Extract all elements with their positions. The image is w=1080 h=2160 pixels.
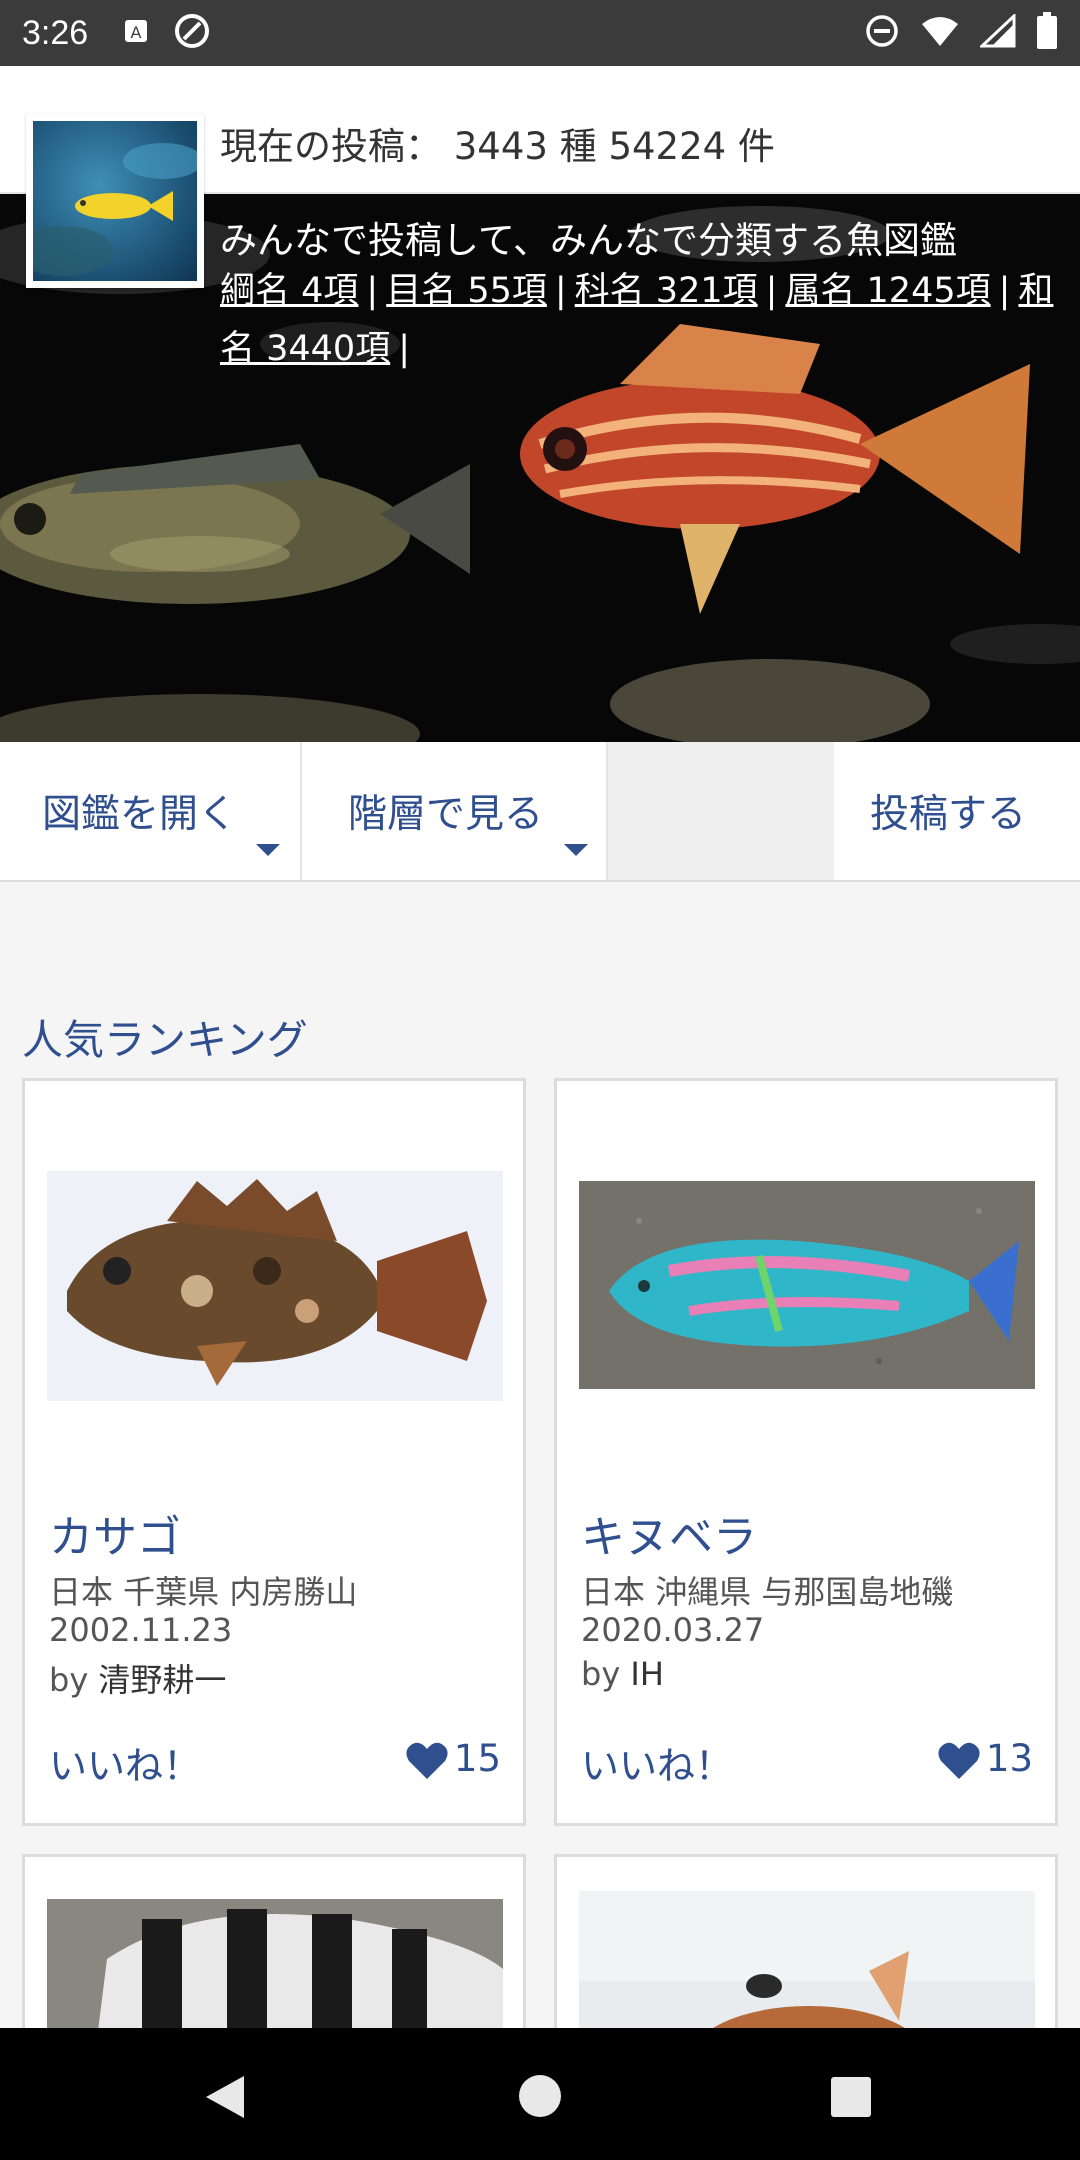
fish-location: 日本 沖縄県 与那国島地磯 [581, 1573, 954, 1611]
like-button[interactable]: いいね！ [49, 1735, 201, 1790]
fish-date: 2020.03.27 [581, 1611, 765, 1649]
main-nav: 図鑑を開く 階層で見る 投稿する [0, 742, 1080, 882]
hierarchy-dropdown[interactable]: 階層で見る [302, 742, 608, 880]
heart-icon [937, 1741, 981, 1785]
post-label: 投稿する [870, 792, 1027, 837]
stat-link-class[interactable]: 綱名 4項 [220, 271, 358, 311]
fish-photo[interactable] [47, 1171, 503, 1401]
stat-link-genus[interactable]: 属名 1245項 [785, 271, 990, 311]
nav-blank-slot [608, 742, 834, 880]
chevron-down-icon [256, 844, 280, 856]
status-time: 3:26 [22, 13, 89, 52]
key-a-icon: A [122, 17, 150, 49]
fish-photo[interactable] [579, 1181, 1035, 1389]
stat-link-family[interactable]: 科名 321項 [575, 271, 758, 311]
fish-author: by 清野耕一 [49, 1655, 226, 1701]
by-prefix: by [49, 1661, 99, 1699]
like-count: 13 [985, 1737, 1033, 1780]
open-zukan-dropdown[interactable]: 図鑑を開く [0, 742, 302, 880]
hierarchy-label: 階層で見る [348, 792, 544, 837]
taxonomy-stats: 綱名 4項 | 目名 55項 | 科名 321項 | 属名 1245項 | 和名 3440項 | [220, 271, 1054, 369]
fish-name[interactable]: カサゴ [49, 1501, 181, 1565]
ranking-title: 人気ランキング [22, 1016, 308, 1064]
author-name[interactable]: 清野耕一 [98, 1661, 226, 1699]
sync-icon [172, 11, 212, 55]
tagline: みんなで投稿して、みんなで分類する魚図鑑 [220, 219, 958, 262]
site-logo[interactable] [26, 114, 204, 288]
ranking-card[interactable]: カサゴ 日本 千葉県 内房勝山 2002.11.23 by 清野耕一 いいね！ … [22, 1078, 526, 1826]
stat-link-order[interactable]: 目名 55項 [386, 271, 547, 311]
chevron-down-icon [564, 844, 588, 856]
like-button[interactable]: いいね！ [581, 1735, 733, 1790]
heart-icon [405, 1741, 449, 1785]
svg-text:A: A [131, 23, 142, 42]
fish-author: by IH [581, 1655, 664, 1693]
status-bar: 3:26 A [0, 0, 1080, 66]
wifi-icon [920, 14, 960, 52]
system-nav-bar [0, 2028, 1080, 2160]
by-prefix: by [581, 1655, 631, 1693]
dnd-icon [864, 13, 900, 53]
fish-name[interactable]: キヌベラ [581, 1501, 757, 1565]
post-count: 現在の投稿： 3443 種 54224 件 [220, 125, 775, 168]
open-zukan-label: 図鑑を開く [42, 792, 238, 837]
ranking-card[interactable]: キヌベラ 日本 沖縄県 与那国島地磯 2020.03.27 by IH いいね！… [554, 1078, 1058, 1826]
author-name[interactable]: IH [630, 1655, 664, 1693]
battery-icon [1036, 12, 1058, 54]
fish-date: 2002.11.23 [49, 1611, 233, 1649]
recents-icon[interactable] [830, 2076, 872, 2122]
logo-fish-image [33, 121, 197, 281]
like-count: 15 [453, 1737, 501, 1780]
signal-icon [978, 12, 1016, 52]
fish-location: 日本 千葉県 内房勝山 [49, 1573, 358, 1611]
home-icon[interactable] [518, 2074, 562, 2122]
back-icon[interactable] [204, 2074, 246, 2124]
post-button[interactable]: 投稿する [834, 742, 1080, 880]
